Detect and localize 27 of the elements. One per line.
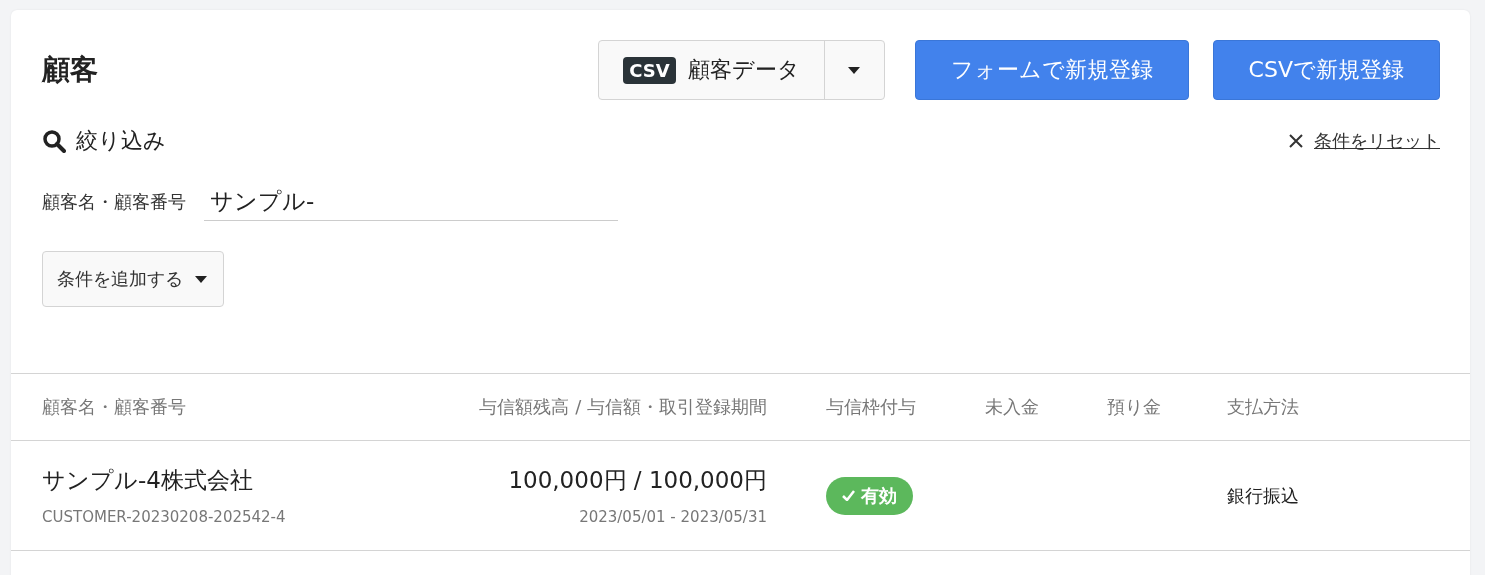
page-title: 顧客 xyxy=(42,52,99,88)
customer-name: サンプル-4株式会社 xyxy=(42,466,253,495)
csv-download-dropdown[interactable]: CSV 顧客データ xyxy=(598,40,885,100)
add-condition-button[interactable]: 条件を追加する xyxy=(42,251,224,307)
column-header: 未入金 xyxy=(985,395,1040,419)
reset-link[interactable]: 条件をリセット xyxy=(1314,129,1440,153)
column-header: 預り金 xyxy=(1107,395,1162,419)
register-button[interactable]: CSVで新規登録 xyxy=(1212,40,1440,100)
column-header: 与信額残高 / 与信額・取引登録期間 xyxy=(478,395,767,419)
payment-method: 銀行振込 xyxy=(1227,483,1300,508)
column-header: 支払方法 xyxy=(1227,395,1300,419)
register-button[interactable]: フォームで新規登録 xyxy=(914,40,1189,100)
caret-icon xyxy=(195,275,207,283)
status-badge: 有効 xyxy=(826,476,913,515)
csv-download-button[interactable]: CSV 顧客データ xyxy=(599,41,825,99)
credit-amount: 100,000円 / 100,000円 xyxy=(508,466,767,495)
search-icon xyxy=(42,129,66,153)
close-icon[interactable] xyxy=(1288,133,1304,149)
field-label: 顧客名・顧客番号 xyxy=(42,189,186,214)
csv-badge: CSV xyxy=(623,56,676,84)
customer-number: CUSTOMER-20230208-202542-4 xyxy=(42,508,286,526)
column-header: 与信枠付与 xyxy=(825,395,917,419)
column-header: 顧客名・顧客番号 xyxy=(42,395,187,419)
caret-icon xyxy=(848,66,861,74)
credit-period: 2023/05/01 - 2023/05/31 xyxy=(579,508,767,526)
filter-title: 絞り込み xyxy=(76,127,166,155)
check-icon xyxy=(842,490,855,501)
